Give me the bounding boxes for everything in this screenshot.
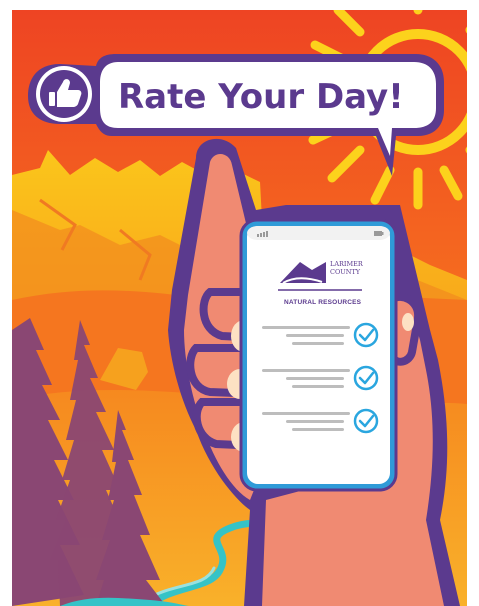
checkmark-icon[interactable] bbox=[353, 408, 379, 434]
rate-your-day-poster: LARIMER COUNTY NATURAL RESOURCES Rate Yo… bbox=[12, 10, 467, 606]
phone-screen bbox=[247, 226, 390, 484]
checkmark-icon[interactable] bbox=[353, 322, 379, 348]
logo-line2: COUNTY bbox=[330, 268, 361, 276]
logo-tagline: NATURAL RESOURCES bbox=[284, 299, 362, 306]
checkmark-icon[interactable] bbox=[353, 365, 379, 391]
logo-line1: LARIMER bbox=[330, 260, 364, 268]
headline-title: Rate Your Day! bbox=[118, 77, 404, 117]
